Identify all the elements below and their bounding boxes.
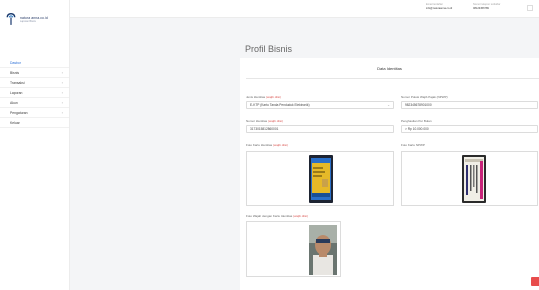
penghasilan-label-text: Penghasilan Per Bulan [401, 119, 432, 123]
foto-identitas-label: Foto Kartu Identitas (wajib diisi) [246, 143, 288, 147]
jenis-identitas-select[interactable]: E-KTP (Kartu Tanda Penduduk Elektronik) … [246, 101, 394, 109]
help-button[interactable] [531, 277, 539, 286]
foto-npwp-upload[interactable] [401, 151, 538, 206]
brand-name: natura anna.co.id [20, 15, 48, 20]
foto-npwp-label-text: Foto Kartu NPWP [401, 143, 425, 147]
sidebar-item-label: Keluar [10, 120, 20, 125]
sidebar-item-label: Bisnis [10, 70, 20, 75]
foto-selfie-label-text: Foto Wajah dengan Kartu Identitas [246, 214, 293, 218]
required-mark: (wajib diisi) [273, 143, 288, 147]
chevron-right-icon: › [61, 109, 63, 115]
sidebar-item-label: Dasbor [10, 60, 21, 65]
ktp-photo-image [309, 155, 333, 203]
section-divider [246, 78, 539, 79]
nomor-identitas-label-text: Nomor Identitas [246, 119, 268, 123]
brand-tree-icon [6, 12, 16, 26]
top-bar: Email terdaftar info@naturaanna.co.id No… [70, 0, 539, 18]
penghasilan-value: > Rp 10.000.000 [405, 127, 429, 131]
sidebar-item-label: Akun [10, 100, 18, 105]
section-heading: Data Identitas [377, 66, 402, 71]
nomor-identitas-value: 3173015812860001 [250, 127, 279, 131]
selfie-photo-image [309, 225, 337, 275]
foto-selfie-label: Foto Wajah dengan Kartu Identitas (wajib… [246, 214, 308, 218]
npwp-input[interactable]: 982345678901000 [401, 101, 538, 109]
sidebar-item-laporan[interactable]: Laporan › [0, 88, 69, 98]
account-phone-value: 08123456789 [473, 7, 489, 10]
required-mark: (wajib diisi) [293, 214, 308, 218]
sidebar-item-label: Pengaturan [10, 110, 28, 115]
foto-identitas-label-text: Foto Kartu Identitas [246, 143, 273, 147]
foto-selfie-upload[interactable] [246, 221, 341, 277]
foto-npwp-label: Foto Kartu NPWP [401, 143, 425, 147]
foto-identitas-upload[interactable] [246, 151, 394, 206]
sidebar-item-label: Transaksi [10, 80, 25, 85]
brand-tagline: Laporan Bisnis [20, 19, 36, 23]
nomor-identitas-label: Nomor Identitas (wajib diisi) [246, 119, 283, 123]
required-mark: (wajib diisi) [268, 119, 283, 123]
npwp-value: 982345678901000 [405, 103, 432, 107]
account-phone: Nomor telepon terdaftar 08123456789 [473, 3, 500, 11]
jenis-identitas-value: E-KTP (Kartu Tanda Penduduk Elektronik) [250, 103, 310, 107]
page-title: Profil Bisnis [245, 44, 293, 54]
user-menu-button[interactable] [527, 5, 533, 11]
sidebar-item-transaksi[interactable]: Transaksi › [0, 78, 69, 88]
npwp-label: Nomor Pokok Wajib Pajak (NPWP) [401, 95, 448, 99]
chevron-right-icon: › [61, 99, 63, 105]
sidebar: natura anna.co.id Laporan Bisnis Dasbor … [0, 0, 70, 290]
brand-logo[interactable]: natura anna.co.id Laporan Bisnis [6, 12, 48, 26]
npwp-label-text: Nomor Pokok Wajib Pajak (NPWP) [401, 95, 448, 99]
chevron-right-icon: › [61, 89, 63, 95]
sidebar-item-dasbor[interactable]: Dasbor [0, 58, 69, 68]
required-mark: (wajib diisi) [266, 95, 281, 99]
jenis-identitas-label-text: Jenis Identitas [246, 95, 266, 99]
account-email-value: info@naturaanna.co.id [426, 7, 453, 10]
chevron-down-icon: ⌄ [387, 103, 390, 107]
account-email: Email terdaftar info@naturaanna.co.id [426, 3, 452, 11]
chevron-right-icon: › [61, 69, 63, 75]
sidebar-item-bisnis[interactable]: Bisnis › [0, 68, 69, 78]
jenis-identitas-label: Jenis Identitas (wajib diisi) [246, 95, 281, 99]
chevron-right-icon: › [61, 79, 63, 85]
nomor-identitas-input[interactable]: 3173015812860001 [246, 125, 394, 133]
sidebar-nav: Dasbor Bisnis › Transaksi › Laporan › Ak… [0, 58, 69, 128]
sidebar-item-akun[interactable]: Akun › [0, 98, 69, 108]
sidebar-item-label: Laporan [10, 90, 23, 95]
penghasilan-label: Penghasilan Per Bulan [401, 119, 432, 123]
npwp-photo-image [462, 155, 486, 203]
sidebar-item-pengaturan[interactable]: Pengaturan › [0, 108, 69, 118]
sidebar-item-keluar[interactable]: Keluar [0, 118, 69, 128]
penghasilan-select[interactable]: > Rp 10.000.000 [401, 125, 538, 133]
identity-card: Data Identitas Jenis Identitas (wajib di… [240, 58, 539, 290]
